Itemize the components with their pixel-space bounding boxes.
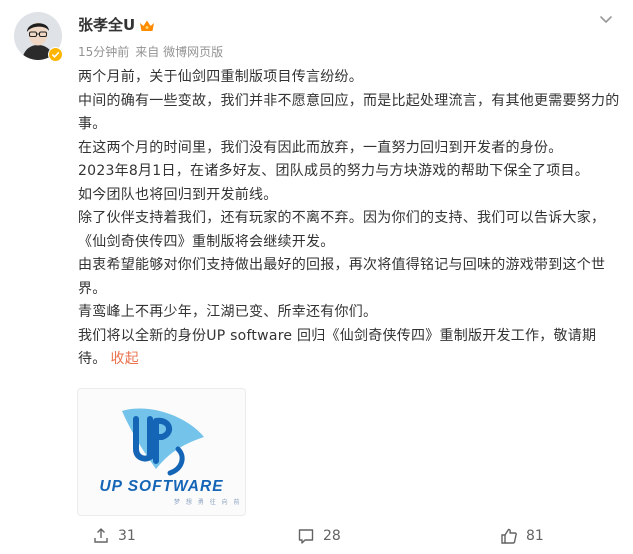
share-icon: [94, 528, 108, 543]
action-bar: 31 28 81: [0, 521, 633, 551]
content-line-text: 我们将以全新的身份UP software 回归《仙剑奇侠传四》重制版开发工作，敬…: [78, 327, 597, 368]
like-icon: [501, 528, 517, 544]
post-source: 来自 微博网页版: [135, 45, 224, 59]
post-time[interactable]: 15分钟前: [78, 43, 129, 60]
content-line: 我们将以全新的身份UP software 回归《仙剑奇侠传四》重制版开发工作，敬…: [78, 325, 620, 372]
share-button[interactable]: 31: [92, 527, 136, 545]
content-line: 中间的确有一些变故，我们并非不愿意回应，而是比起处理流言，有其他更需要努力的事。: [78, 92, 620, 133]
attached-image[interactable]: UP SOFTWARE 梦 想 勇 往 向 前: [77, 388, 246, 516]
logo-wordmark: UP SOFTWARE: [99, 478, 224, 495]
verified-icon: [48, 47, 63, 62]
logo-tagline: 梦 想 勇 往 向 前: [174, 499, 242, 506]
collapse-link[interactable]: 收起: [111, 351, 140, 367]
content-line: 在这两个月的时间里，我们没有因此而放弃，一直努力回归到开发者的身份。: [78, 139, 563, 156]
like-count: 81: [526, 528, 544, 544]
chevron-down-icon[interactable]: [595, 8, 617, 30]
share-count: 31: [118, 528, 136, 544]
content-line: 如今团队也将回归到开发前线。: [78, 186, 278, 203]
comment-button[interactable]: 28: [297, 527, 341, 545]
like-button[interactable]: 81: [500, 527, 544, 545]
author-name[interactable]: 张孝全U: [78, 14, 135, 35]
content-line: 青鸾峰上不再少年，江湖已变、所幸还有你们。: [78, 304, 378, 320]
content-line: 两个月前，关于仙剑四重制版项目传言纷纷。: [78, 69, 363, 85]
content-line: 除了伙伴支持着我们，还有玩家的不离不弃。因为你们的支持、我们可以告诉大家，《仙剑…: [78, 210, 606, 250]
comment-count: 28: [323, 528, 341, 544]
post-content: 两个月前，关于仙剑四重制版项目传言纷纷。 中间的确有一些变故，我们并非不愿意回应…: [78, 66, 620, 372]
comment-icon: [298, 529, 314, 544]
content-line: 由衷希望能够对你们支持做出最好的回报，再次将值得铭记与回味的游戏带到这个世界。: [78, 257, 606, 297]
crown-icon[interactable]: [139, 18, 155, 32]
content-line: 2023年8月1日，在诸多好友、团队成员的努力与方块游戏的帮助下保全了项目。: [78, 163, 589, 179]
